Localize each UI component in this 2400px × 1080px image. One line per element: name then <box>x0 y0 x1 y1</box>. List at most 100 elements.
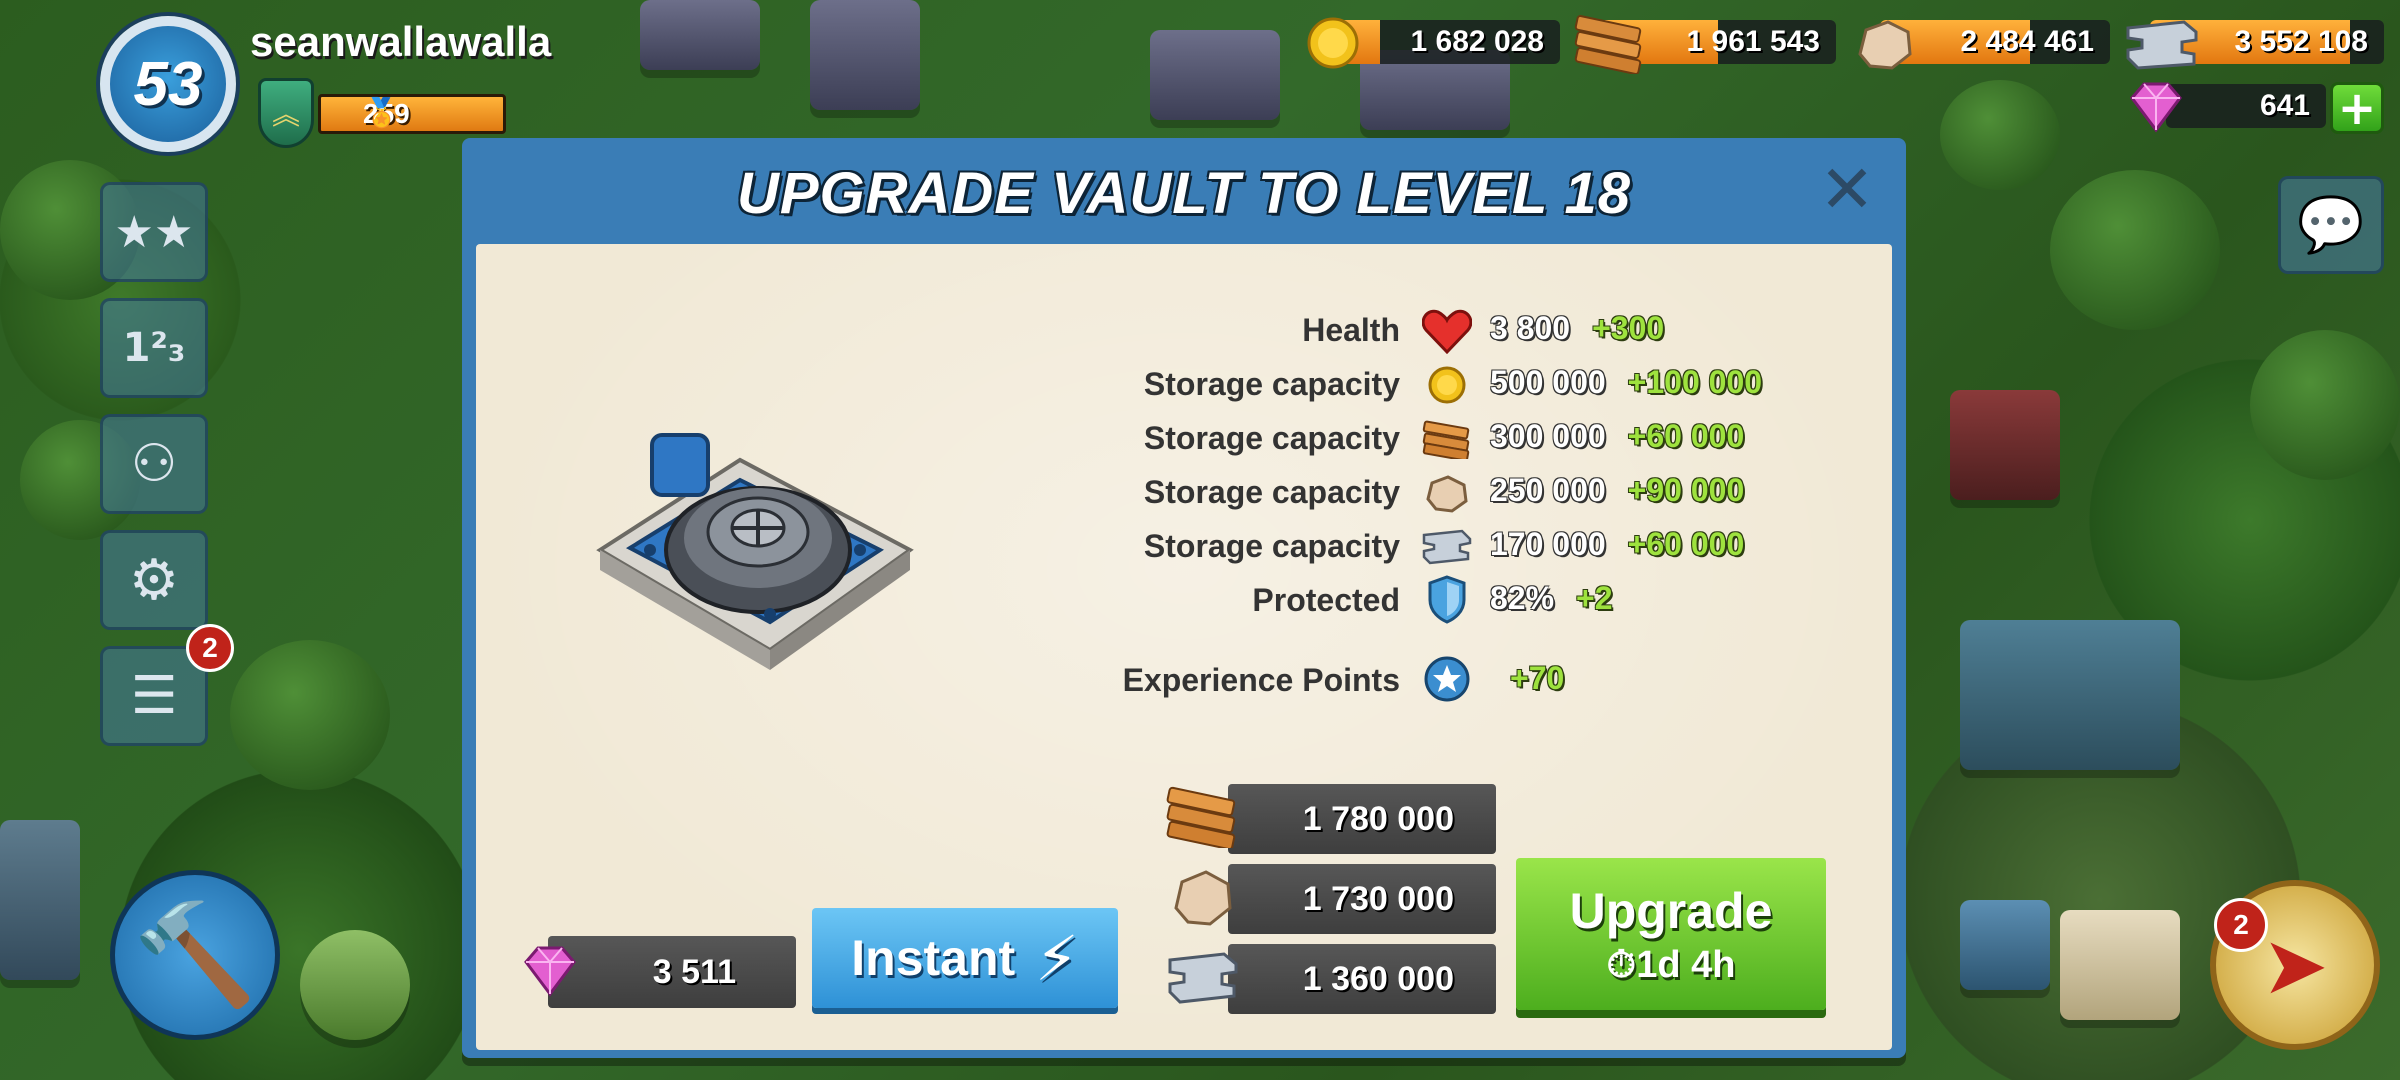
stat-row-stone-capacity: Storage capacity <box>1000 468 1400 518</box>
tree <box>1940 80 2060 190</box>
stat-increase: +300 <box>1592 310 1665 346</box>
player-name: seanwallawalla <box>250 18 552 65</box>
stars-icon: ★★ <box>114 206 194 258</box>
stat-row-gold-capacity: Storage capacity <box>1000 360 1400 410</box>
gem-cost-value: 3 511 <box>652 952 736 991</box>
wood-icon <box>1166 786 1236 848</box>
task-force-icon: ⚇ <box>130 434 178 494</box>
stat-value-stone-capacity: 250 000 +90 000 <box>1490 472 1744 509</box>
stone-cost: 1 730 000 <box>1228 864 1496 934</box>
stat-increase: +90 000 <box>1627 472 1745 508</box>
base-building[interactable] <box>1950 390 2060 500</box>
builder-button[interactable]: 🔨 <box>110 870 280 1040</box>
stat-increase: +70 <box>1510 660 1565 696</box>
gold-coin-icon <box>1307 17 1359 69</box>
vault-building-image <box>596 433 914 670</box>
stat-value: 82% <box>1490 580 1555 616</box>
leaderboard-button[interactable]: 1²₃ <box>100 298 208 398</box>
buy-diamonds-button[interactable]: + <box>2330 82 2384 134</box>
diamonds-amount: 641 <box>2259 89 2310 122</box>
wood-amount: 1 961 543 <box>1686 25 1820 58</box>
wood-cost: 1 780 000 <box>1228 784 1496 854</box>
base-building[interactable] <box>1960 620 2180 770</box>
base-building[interactable] <box>300 930 410 1040</box>
stat-row-health: Health <box>1000 306 1400 356</box>
settings-button[interactable]: ⚙ <box>100 530 208 630</box>
stopwatch-icon: ⏱ <box>1606 943 1637 986</box>
diamond-icon <box>524 946 576 997</box>
iron-icon <box>1422 522 1472 572</box>
stat-value-iron-capacity: 170 000 +60 000 <box>1490 526 1744 563</box>
podium-icon: 1²₃ <box>122 325 186 371</box>
stat-label: Experience Points <box>1122 662 1400 698</box>
iron-icon <box>2126 20 2198 70</box>
stone-amount: 2 484 461 <box>1960 25 2094 58</box>
stat-label: Protected <box>1252 582 1400 618</box>
map-notification-badge: 2 <box>2214 898 2268 952</box>
task-force-button[interactable]: ⚇ <box>100 414 208 514</box>
diamonds-bar[interactable]: 641 <box>2166 84 2326 128</box>
base-building[interactable] <box>640 0 760 70</box>
stat-label: Storage capacity <box>1143 420 1400 456</box>
medal-icon: 🏅 <box>364 96 399 129</box>
gold-coin-icon <box>1422 360 1472 410</box>
instant-label: Instant <box>851 930 1016 986</box>
stat-increase: +60 000 <box>1627 418 1745 454</box>
base-building[interactable] <box>0 820 80 980</box>
stat-value: 3 800 <box>1490 310 1571 346</box>
stat-value-gold-capacity: 500 000 +100 000 <box>1490 364 1762 401</box>
base-building[interactable] <box>1150 30 1280 120</box>
achievements-button[interactable]: ★★ <box>100 182 208 282</box>
newspaper-notification-badge: 2 <box>186 624 234 672</box>
stone-icon <box>1858 20 1912 70</box>
base-building[interactable] <box>810 0 920 110</box>
stat-increase: +100 000 <box>1627 364 1763 400</box>
xp-star-icon <box>1422 654 1472 704</box>
player-level-badge[interactable]: 53 <box>100 16 236 152</box>
upgrade-label: Upgrade <box>1569 882 1773 939</box>
stat-label: Health <box>1302 312 1400 348</box>
stone-cost-value: 1 730 000 <box>1302 879 1454 918</box>
gold-resource-bar[interactable]: 1 682 028 <box>1330 20 1560 64</box>
iron-amount: 3 552 108 <box>2234 25 2368 58</box>
close-button[interactable]: ✕ <box>1815 157 1879 223</box>
stat-value: 250 000 <box>1490 472 1606 508</box>
compass-icon: ➤ <box>2261 918 2329 1012</box>
medal-count-bar[interactable]: 259 <box>318 94 506 134</box>
dialog-title: UPGRADE VAULT TO LEVEL 18 <box>736 161 1632 226</box>
base-building[interactable] <box>2060 910 2180 1020</box>
stat-value-experience: +70 <box>1490 660 1564 697</box>
tree <box>2050 170 2220 330</box>
close-icon: ✕ <box>1819 151 1875 228</box>
stat-value: 500 000 <box>1490 364 1606 400</box>
iron-icon <box>1168 952 1238 1004</box>
stat-value-health: 3 800 +300 <box>1490 310 1664 347</box>
tree <box>2250 330 2400 480</box>
stat-value: 300 000 <box>1490 418 1606 454</box>
heart-icon <box>1422 306 1472 356</box>
rank-shield-icon[interactable]: ︽ <box>258 78 314 148</box>
stat-value-protected: 82% +2 <box>1490 580 1613 617</box>
chat-button[interactable]: 💬 <box>2278 176 2384 274</box>
shield-icon <box>1422 574 1472 624</box>
base-building[interactable] <box>1960 900 2050 990</box>
stat-row-experience: Experience Points <box>1000 656 1400 706</box>
chat-bubble-icon: 💬 <box>2297 193 2365 256</box>
instant-gem-cost: 3 511 <box>548 936 796 1008</box>
lightning-icon: ⚡︎ <box>1035 921 1079 995</box>
stat-value-wood-capacity: 300 000 +60 000 <box>1490 418 1744 455</box>
stat-row-protected: Protected <box>1000 576 1400 626</box>
iron-cost-value: 1 360 000 <box>1302 959 1454 998</box>
newspaper-icon: ☰ <box>130 666 178 726</box>
stat-label: Storage capacity <box>1143 366 1400 402</box>
upgrade-button[interactable]: Upgrade ⏱1d 4h <box>1516 858 1826 1010</box>
instant-button[interactable]: Instant ⚡︎ <box>812 908 1118 1008</box>
stat-label: Storage capacity <box>1143 474 1400 510</box>
upgrade-time: ⏱1d 4h <box>1607 944 1736 987</box>
stat-increase: +2 <box>1576 580 1613 616</box>
stat-row-iron-capacity: Storage capacity <box>1000 522 1400 572</box>
stat-increase: +60 000 <box>1627 526 1745 562</box>
stone-icon <box>1422 468 1472 518</box>
gold-amount: 1 682 028 <box>1410 25 1544 58</box>
diamond-icon <box>2130 82 2182 133</box>
